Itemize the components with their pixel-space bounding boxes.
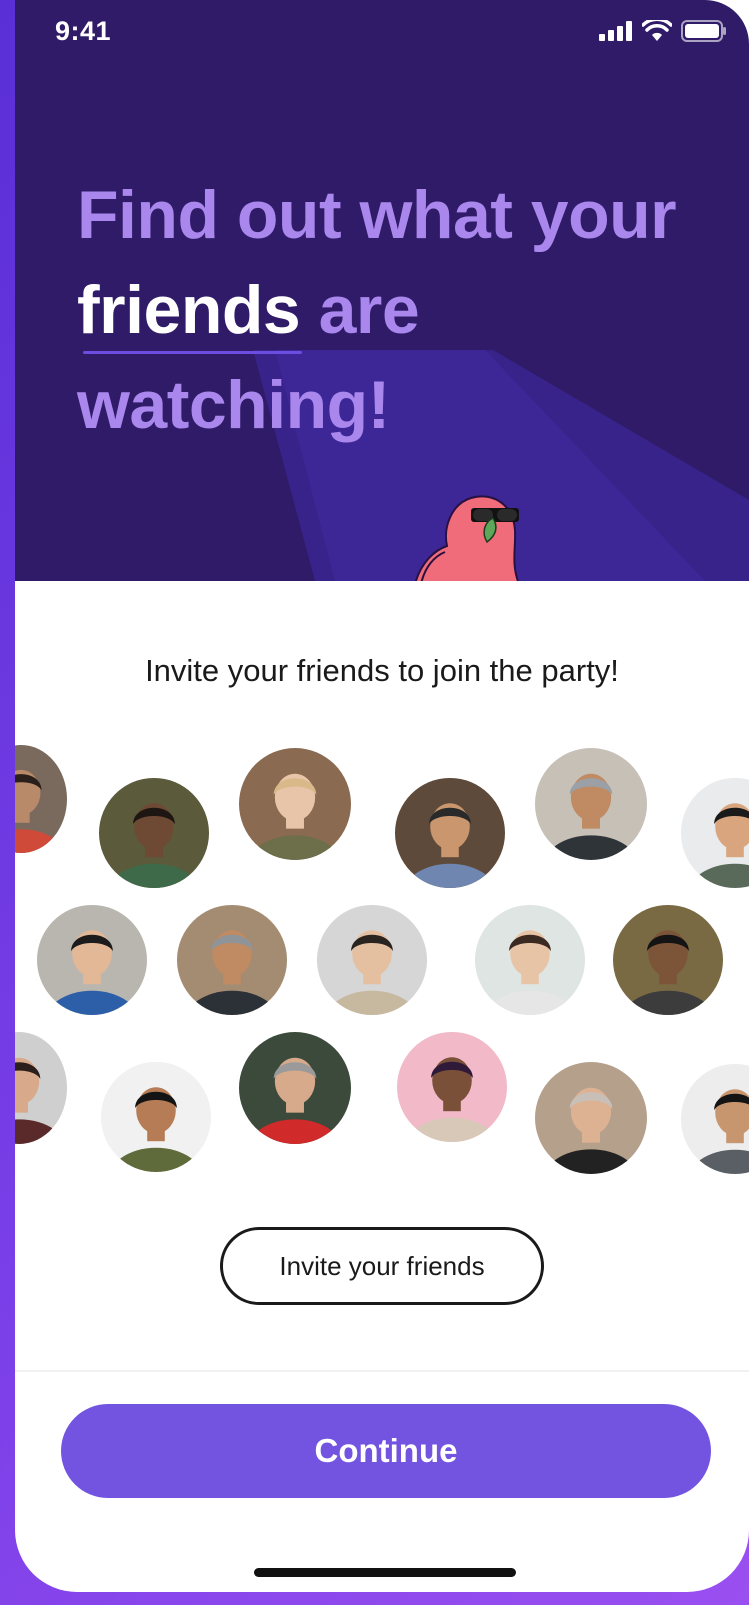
hero-banner: 9:41 Find out what your friends are watc…	[15, 0, 749, 581]
hero-headline: Find out what your friends are watching!	[77, 168, 717, 453]
status-time: 9:41	[55, 16, 112, 46]
friend-avatar	[239, 1032, 351, 1144]
friend-avatar	[317, 905, 427, 1015]
continue-button[interactable]: Continue	[61, 1404, 711, 1498]
headline-highlight: friends	[77, 263, 303, 358]
battery-icon	[681, 20, 726, 42]
parrot-mascot-icon	[415, 495, 520, 581]
friend-avatar	[239, 748, 351, 860]
friend-avatar	[475, 905, 585, 1015]
friend-avatar	[613, 905, 723, 1015]
friend-avatar	[37, 905, 147, 1015]
friend-avatar	[681, 1064, 749, 1174]
friend-avatar	[535, 748, 647, 860]
friend-avatar	[15, 1032, 67, 1144]
friend-avatar	[177, 905, 287, 1015]
friend-avatar	[101, 1062, 211, 1172]
friend-avatar	[397, 1032, 507, 1142]
phone-screen: 9:41 Find out what your friends are watc…	[15, 0, 749, 1592]
friend-avatar	[395, 778, 505, 888]
status-icons	[599, 20, 727, 42]
friend-avatar	[535, 1062, 647, 1174]
wifi-icon	[642, 20, 672, 41]
headline-text-start: Find out what your	[77, 177, 677, 253]
friend-avatar	[15, 745, 67, 853]
invite-friends-button[interactable]: Invite your friends	[220, 1227, 544, 1305]
invite-section-title: Invite your friends to join the party!	[145, 653, 619, 688]
cellular-signal-icon	[599, 21, 632, 41]
friend-avatar	[681, 778, 749, 888]
home-indicator[interactable]	[254, 1568, 516, 1577]
footer-divider	[15, 1370, 749, 1372]
friend-avatar	[99, 778, 209, 888]
